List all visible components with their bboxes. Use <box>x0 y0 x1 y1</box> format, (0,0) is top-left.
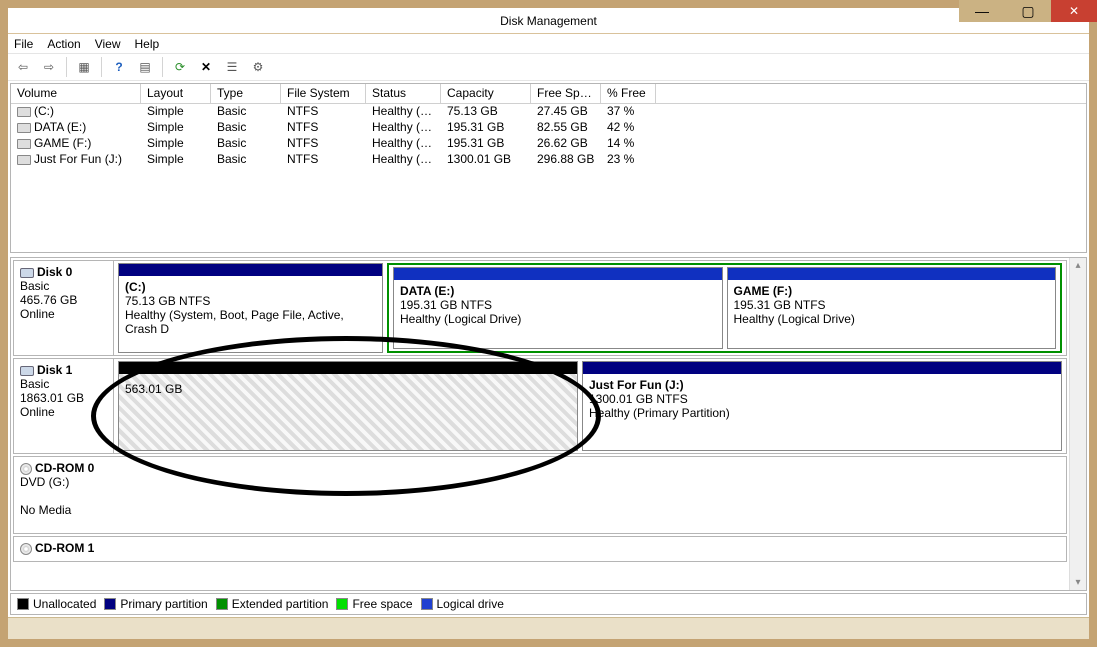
vertical-scrollbar[interactable]: ▴ ▾ <box>1069 258 1086 590</box>
col-filesystem[interactable]: File System <box>281 84 366 103</box>
volume-row[interactable]: DATA (E:) Simple Basic NTFS Healthy (L..… <box>11 120 1086 136</box>
grid-icon[interactable]: ▤ <box>134 56 156 78</box>
volume-icon <box>17 107 31 117</box>
legend-free: Free space <box>336 597 412 611</box>
separator <box>66 57 67 77</box>
unallocated-space[interactable]: 563.01 GB <box>118 361 578 451</box>
volume-row[interactable]: Just For Fun (J:) Simple Basic NTFS Heal… <box>11 152 1086 168</box>
cdrom-icon <box>20 463 32 475</box>
window-footer <box>8 617 1089 639</box>
table-view-icon[interactable]: ▦ <box>73 56 95 78</box>
scroll-up-icon[interactable]: ▴ <box>1075 260 1080 271</box>
app-window: Disk Management — ▢ ✕ File Action View H… <box>0 0 1097 647</box>
col-free[interactable]: Free Spa... <box>531 84 601 103</box>
minimize-button[interactable]: — <box>959 0 1005 22</box>
legend-logical: Logical drive <box>421 597 504 611</box>
window-title: Disk Management <box>8 14 1089 28</box>
volume-row[interactable]: GAME (F:) Simple Basic NTFS Healthy (L..… <box>11 136 1086 152</box>
disk-info: Disk 1 Basic 1863.01 GB Online <box>14 359 114 453</box>
cdrom-icon <box>20 543 32 555</box>
disk-row-disk0[interactable]: Disk 0 Basic 465.76 GB Online (C:) 75.13… <box>13 260 1067 356</box>
stripe-primary <box>119 264 382 276</box>
col-capacity[interactable]: Capacity <box>441 84 531 103</box>
disk-info: CD-ROM 0 DVD (G:) No Media <box>14 457 1066 533</box>
settings-icon[interactable]: ⚙ <box>247 56 269 78</box>
close-button[interactable]: ✕ <box>1051 0 1097 22</box>
volume-icon <box>17 123 31 133</box>
disk-row-cdrom1[interactable]: CD-ROM 1 <box>13 536 1067 562</box>
legend-extended: Extended partition <box>216 597 329 611</box>
col-pctfree[interactable]: % Free <box>601 84 656 103</box>
column-headers[interactable]: Volume Layout Type File System Status Ca… <box>11 84 1086 104</box>
back-icon[interactable]: ⇦ <box>12 56 34 78</box>
menu-action[interactable]: Action <box>47 37 80 51</box>
partition-c[interactable]: (C:) 75.13 GB NTFS Healthy (System, Boot… <box>118 263 383 353</box>
col-type[interactable]: Type <box>211 84 281 103</box>
forward-icon[interactable]: ⇨ <box>38 56 60 78</box>
separator <box>101 57 102 77</box>
disk-row-cdrom0[interactable]: CD-ROM 0 DVD (G:) No Media <box>13 456 1067 534</box>
window-controls: — ▢ ✕ <box>959 0 1097 22</box>
stripe-primary <box>583 362 1061 374</box>
col-layout[interactable]: Layout <box>141 84 211 103</box>
client-area: Volume Layout Type File System Status Ca… <box>8 81 1089 617</box>
partition-j[interactable]: Just For Fun (J:) 1300.01 GB NTFS Health… <box>582 361 1062 451</box>
disk-partitions: 563.01 GB Just For Fun (J:) 1300.01 GB N… <box>114 359 1066 453</box>
volume-list[interactable]: Volume Layout Type File System Status Ca… <box>10 83 1087 253</box>
properties-icon[interactable]: ☰ <box>221 56 243 78</box>
disk-graphical-view: Disk 0 Basic 465.76 GB Online (C:) 75.13… <box>10 257 1087 591</box>
maximize-button[interactable]: ▢ <box>1005 0 1051 22</box>
legend-unallocated: Unallocated <box>17 597 96 611</box>
disk-icon <box>20 268 34 278</box>
col-status[interactable]: Status <box>366 84 441 103</box>
extended-partition-group: DATA (E:) 195.31 GB NTFS Healthy (Logica… <box>387 263 1062 353</box>
volume-row[interactable]: (C:) Simple Basic NTFS Healthy (S... 75.… <box>11 104 1086 120</box>
menu-help[interactable]: Help <box>135 37 160 51</box>
stripe-unallocated <box>119 362 577 374</box>
disk-icon <box>20 366 34 376</box>
menu-bar: File Action View Help <box>8 34 1089 54</box>
disk-info: CD-ROM 1 <box>14 537 1066 561</box>
disk-partitions: (C:) 75.13 GB NTFS Healthy (System, Boot… <box>114 261 1066 355</box>
delete-icon[interactable]: ✕ <box>195 56 217 78</box>
menu-view[interactable]: View <box>95 37 121 51</box>
help-icon[interactable]: ? <box>108 56 130 78</box>
refresh-icon[interactable]: ⟳ <box>169 56 191 78</box>
partition-e[interactable]: DATA (E:) 195.31 GB NTFS Healthy (Logica… <box>393 267 723 349</box>
separator <box>162 57 163 77</box>
disk-info: Disk 0 Basic 465.76 GB Online <box>14 261 114 355</box>
disk-row-disk1[interactable]: Disk 1 Basic 1863.01 GB Online 563.01 GB <box>13 358 1067 454</box>
volume-icon <box>17 139 31 149</box>
toolbar: ⇦ ⇨ ▦ ? ▤ ⟳ ✕ ☰ ⚙ <box>8 54 1089 81</box>
col-volume[interactable]: Volume <box>11 84 141 103</box>
menu-file[interactable]: File <box>14 37 33 51</box>
volume-icon <box>17 155 31 165</box>
partition-f[interactable]: GAME (F:) 195.31 GB NTFS Healthy (Logica… <box>727 267 1057 349</box>
legend-primary: Primary partition <box>104 597 207 611</box>
scroll-down-icon[interactable]: ▾ <box>1075 577 1080 588</box>
stripe-logical <box>394 268 722 280</box>
legend-bar: Unallocated Primary partition Extended p… <box>10 593 1087 615</box>
stripe-logical <box>728 268 1056 280</box>
titlebar[interactable]: Disk Management — ▢ ✕ <box>8 8 1089 34</box>
